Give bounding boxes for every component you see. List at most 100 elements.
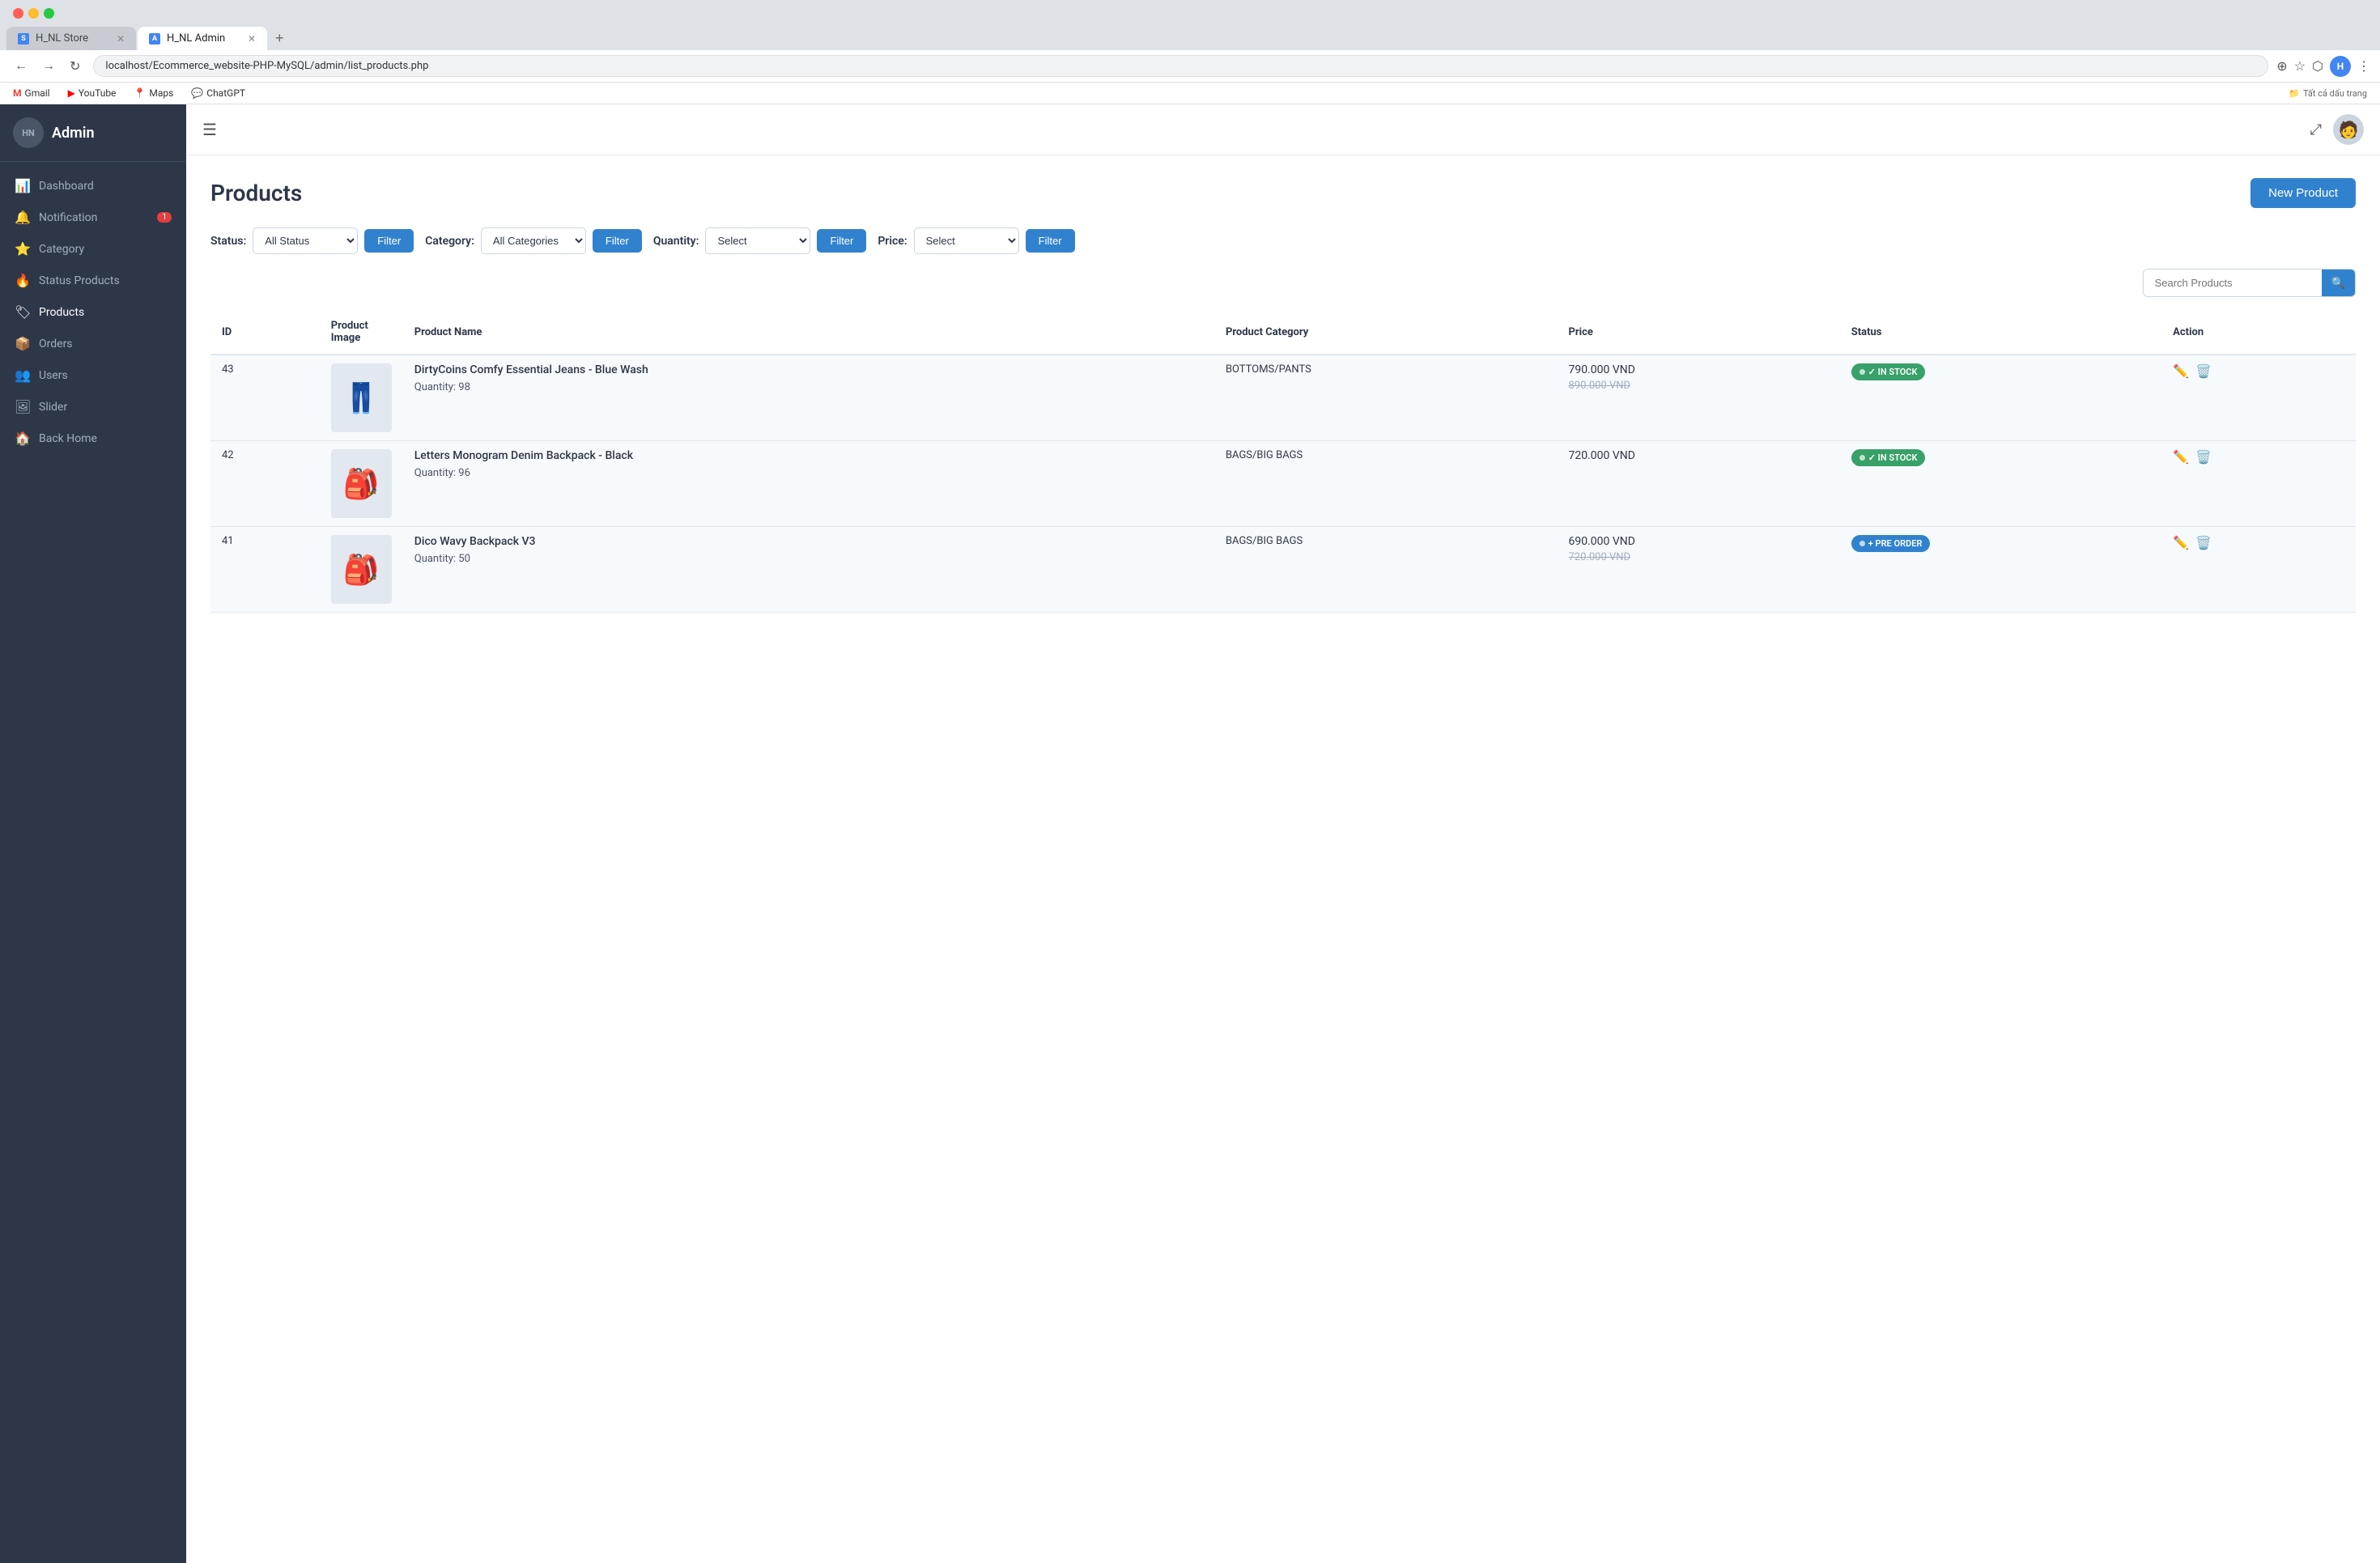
cell-id: 43 [210, 355, 320, 441]
edit-button[interactable]: ✏️ [2173, 363, 2189, 380]
translate-icon[interactable]: ⊕ [2276, 58, 2287, 74]
notification-icon: 🔔 [15, 210, 31, 225]
delete-button[interactable]: 🗑️ [2195, 535, 2212, 551]
sidebar-item-slider[interactable]: 🖼 Slider [0, 391, 186, 423]
maps-icon: 📍 [134, 87, 146, 99]
status-badge: + PRE ORDER [1851, 535, 1931, 552]
bookmark-youtube[interactable]: ▶ YouTube [65, 86, 120, 100]
bookmark-gmail[interactable]: M Gmail [10, 86, 53, 100]
status-filter-select[interactable]: All Status In Stock Pre Order Out of Sto… [253, 227, 358, 254]
search-input[interactable] [2144, 270, 2322, 295]
user-avatar[interactable]: 🧑 [2333, 114, 2364, 145]
quantity-filter-select[interactable]: Select 0-10 11-50 51-100 100+ [705, 227, 810, 254]
status-filter-label: Status: [210, 235, 246, 248]
new-product-button[interactable]: New Product [2250, 178, 2356, 208]
page-header: Products New Product [210, 178, 2356, 208]
cell-image: 🎒 [320, 527, 403, 613]
col-name: Product Name [403, 310, 1214, 355]
search-box: 🔍 [2143, 269, 2356, 297]
chatgpt-icon: 💬 [191, 87, 203, 99]
status-products-icon: 🔥 [15, 273, 31, 288]
bookmark-chatgpt[interactable]: 💬 ChatGPT [188, 86, 249, 100]
price-filter-button[interactable]: Filter [1026, 229, 1075, 253]
quantity-filter-label: Quantity: [653, 235, 699, 248]
sidebar-item-products[interactable]: 🏷 Products [0, 296, 186, 328]
cell-id: 41 [210, 527, 320, 613]
action-buttons: ✏️ 🗑️ [2173, 363, 2344, 380]
filters-row: Status: All Status In Stock Pre Order Ou… [210, 227, 2356, 254]
bookmarks-bar: M Gmail ▶ YouTube 📍 Maps 💬 ChatGPT 📁 Tất… [0, 83, 2380, 104]
sidebar-item-orders-label: Orders [39, 338, 73, 350]
back-button[interactable]: ← [10, 57, 32, 76]
action-buttons: ✏️ 🗑️ [2173, 449, 2344, 465]
edit-button[interactable]: ✏️ [2173, 535, 2189, 551]
notification-badge: 1 [157, 212, 172, 223]
tab-store-close[interactable]: ✕ [117, 33, 125, 45]
page-title: Products [210, 180, 302, 206]
price-filter-select[interactable]: Select Under 500k 500k-1M Over 1M [914, 227, 1019, 254]
hamburger-icon[interactable]: ☰ [202, 120, 217, 139]
bookmark-youtube-label: YouTube [79, 87, 117, 99]
price-main: 720.000 VND [1568, 449, 1828, 462]
expand-icon[interactable]: ⤢ [2310, 121, 2322, 138]
sidebar-item-back-home-label: Back Home [39, 432, 97, 445]
cell-name: Letters Monogram Denim Backpack - Black … [403, 441, 1214, 527]
price-old: 720.000 VND [1568, 551, 1828, 563]
dot-green[interactable] [44, 8, 54, 19]
url-bar[interactable]: localhost/Ecommerce_website-PHP-MySQL/ad… [93, 55, 2268, 77]
bookmark-icon[interactable]: ☆ [2294, 58, 2306, 74]
browser-dots [13, 8, 54, 19]
sidebar-item-notification[interactable]: 🔔 Notification 1 [0, 202, 186, 233]
product-quantity: Quantity: 98 [414, 381, 1203, 393]
sidebar-item-back-home[interactable]: 🏠 Back Home [0, 423, 186, 454]
tab-admin-label: H_NL Admin [167, 32, 225, 45]
sidebar-item-dashboard[interactable]: 📊 Dashboard [0, 170, 186, 202]
filter-group-quantity: Quantity: Select 0-10 11-50 51-100 100+ … [653, 227, 867, 254]
sidebar-nav: 📊 Dashboard 🔔 Notification 1 ⭐ Category … [0, 162, 186, 1563]
forward-button[interactable]: → [37, 57, 60, 76]
filter-group-price: Price: Select Under 500k 500k-1M Over 1M… [878, 227, 1074, 254]
edit-button[interactable]: ✏️ [2173, 449, 2189, 465]
tab-favicon-admin: A [149, 33, 160, 45]
users-icon: 👥 [15, 367, 31, 383]
bookmark-gmail-label: Gmail [25, 87, 50, 99]
delete-button[interactable]: 🗑️ [2195, 449, 2212, 465]
browser-tabs: S H_NL Store ✕ A H_NL Admin ✕ + [6, 27, 2374, 50]
extension-icon[interactable]: ⬡ [2312, 58, 2323, 74]
product-image: 👖 [331, 363, 392, 432]
folder-icon: 📁 [2289, 88, 2300, 99]
tab-favicon-store: S [18, 33, 29, 45]
quantity-filter-button[interactable]: Filter [817, 229, 866, 253]
youtube-icon: ▶ [68, 87, 75, 99]
bookmark-all[interactable]: 📁 Tất cả dấu trang [2285, 87, 2370, 100]
status-filter-button[interactable]: Filter [364, 229, 414, 253]
tab-admin-close[interactable]: ✕ [248, 33, 256, 45]
col-status: Status [1840, 310, 2161, 355]
delete-button[interactable]: 🗑️ [2195, 363, 2212, 380]
cell-image: 🎒 [320, 441, 403, 527]
dot-yellow[interactable] [28, 8, 39, 19]
sidebar-title: Admin [52, 125, 95, 142]
category-filter-button[interactable]: Filter [593, 229, 642, 253]
sidebar-item-users[interactable]: 👥 Users [0, 359, 186, 391]
table-row: 42 🎒 Letters Monogram Denim Backpack - B… [210, 441, 2356, 527]
tab-new-button[interactable]: + [269, 27, 291, 50]
browser-user-avatar[interactable]: H [2330, 56, 2351, 77]
sidebar-item-status-products[interactable]: 🔥 Status Products [0, 265, 186, 296]
cell-id: 42 [210, 441, 320, 527]
sidebar-item-orders[interactable]: 📦 Orders [0, 328, 186, 359]
dot-red[interactable] [13, 8, 23, 19]
reload-button[interactable]: ↻ [65, 57, 85, 76]
menu-icon[interactable]: ⋮ [2357, 58, 2370, 74]
sidebar-item-category[interactable]: ⭐ Category [0, 233, 186, 265]
search-button[interactable]: 🔍 [2322, 270, 2355, 296]
sidebar-avatar: HN [13, 117, 44, 148]
cell-name: Dico Wavy Backpack V3 Quantity: 50 [403, 527, 1214, 613]
product-name: Dico Wavy Backpack V3 [414, 535, 1203, 548]
bookmark-maps[interactable]: 📍 Maps [130, 86, 176, 100]
tab-admin[interactable]: A H_NL Admin ✕ [138, 27, 267, 50]
col-id: ID [210, 310, 320, 355]
category-filter-select[interactable]: All Categories Bags/Big Bags Bottoms/Pan… [481, 227, 586, 254]
cell-category: BAGS/BIG BAGS [1214, 527, 1558, 613]
tab-store[interactable]: S H_NL Store ✕ [6, 27, 136, 50]
